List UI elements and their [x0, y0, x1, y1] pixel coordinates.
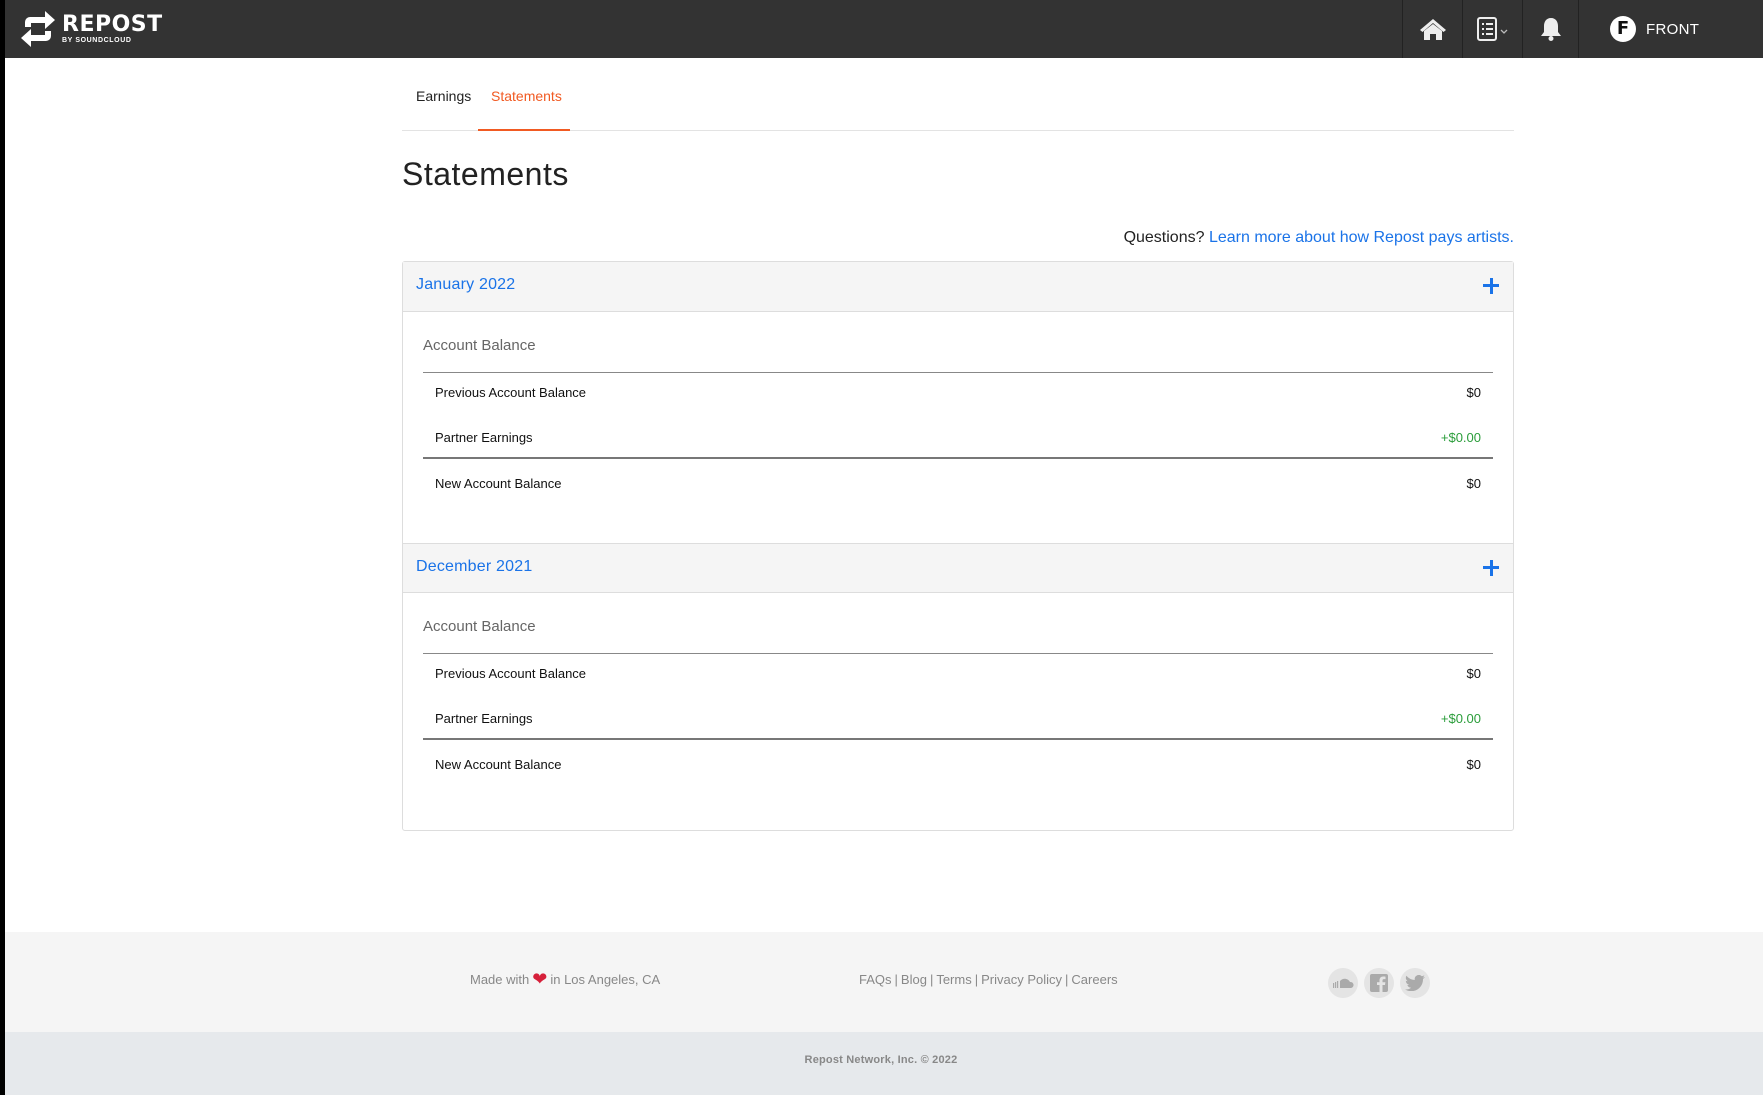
footer-link-terms[interactable]: Terms: [936, 972, 971, 987]
section-label: Account Balance: [423, 618, 536, 635]
footer-links: FAQs | Blog | Terms | Privacy Policy | Careers: [859, 972, 1118, 987]
row-label: Partner Earnings: [435, 711, 533, 726]
soundcloud-icon: [1333, 978, 1354, 988]
notifications-button[interactable]: [1522, 0, 1578, 58]
account-menu[interactable]: F FRONT: [1578, 0, 1763, 58]
checklist-icon: [1476, 17, 1507, 41]
month-header-december-2021[interactable]: December 2021: [403, 543, 1513, 593]
checklist-menu-button[interactable]: [1462, 0, 1522, 58]
brand-name: REPOST: [62, 12, 163, 37]
questions-prefix: Questions?: [1123, 229, 1205, 246]
twitter-icon: [1405, 975, 1425, 991]
row-label: New Account Balance: [435, 476, 562, 491]
copyright-bar: Repost Network, Inc. © 2022: [5, 1032, 1763, 1095]
tab-statements[interactable]: Statements: [491, 88, 562, 104]
facebook-link[interactable]: [1364, 968, 1394, 998]
home-button[interactable]: [1402, 0, 1462, 58]
row-value: $0: [1466, 666, 1481, 681]
footer-link-careers[interactable]: Careers: [1071, 972, 1117, 987]
statement-row-previous: Previous Account Balance $0: [423, 385, 1493, 405]
top-navbar: REPOST BY SOUNDCLOUD F FRONT: [5, 0, 1763, 58]
footer-link-blog[interactable]: Blog: [901, 972, 927, 987]
bell-icon: [1540, 18, 1561, 41]
facebook-icon: [1370, 974, 1388, 992]
month-header-january-2022[interactable]: January 2022: [403, 262, 1513, 312]
footer: Made with ❤ in Los Angeles, CA FAQs | Blog…: [5, 932, 1763, 1032]
made-with-label: Made with: [470, 972, 530, 987]
home-icon: [1419, 19, 1446, 40]
statement-row-previous: Previous Account Balance $0: [423, 666, 1493, 686]
learn-more-link[interactable]: Learn more about how Repost pays artists…: [1209, 229, 1514, 246]
row-value: $0: [1466, 476, 1481, 491]
copyright-text: Repost Network, Inc. © 2022: [804, 1054, 958, 1066]
row-value: +$0.00: [1440, 430, 1481, 445]
statement-row-new: New Account Balance $0: [423, 476, 1493, 496]
location-label: in Los Angeles, CA: [550, 972, 661, 987]
repost-logo[interactable]: REPOST BY SOUNDCLOUD: [19, 6, 163, 52]
statement-row-new: New Account Balance $0: [423, 757, 1493, 777]
row-value: $0: [1466, 757, 1481, 772]
heart-icon: ❤: [532, 969, 548, 989]
account-name: FRONT: [1646, 20, 1700, 38]
expand-plus-icon[interactable]: [1483, 554, 1501, 582]
footer-link-privacy[interactable]: Privacy Policy: [981, 972, 1062, 987]
page: REPOST BY SOUNDCLOUD F FRONT Earnings St…: [5, 0, 1763, 1095]
row-label: Previous Account Balance: [435, 385, 587, 400]
row-label: Partner Earnings: [435, 430, 533, 445]
divider: [423, 738, 1493, 740]
expand-plus-icon[interactable]: [1483, 272, 1501, 300]
footer-link-faqs[interactable]: FAQs: [859, 972, 892, 987]
made-with-text: Made with ❤ in Los Angeles, CA: [470, 969, 661, 989]
divider: [423, 372, 1493, 373]
row-value: +$0.00: [1440, 711, 1481, 726]
divider: [423, 457, 1493, 459]
statement-row-partner: Partner Earnings +$0.00: [423, 430, 1493, 450]
social-links: [1328, 968, 1430, 998]
repost-arrows-icon: [21, 11, 55, 47]
soundcloud-link[interactable]: [1328, 968, 1358, 998]
statements-accordion: January 2022 Account Balance Previous Ac…: [402, 261, 1514, 831]
tab-earnings[interactable]: Earnings: [416, 88, 471, 104]
brand-sub: BY SOUNDCLOUD: [62, 37, 132, 44]
tab-bar: Earnings Statements: [402, 58, 1514, 131]
month-label: December 2021: [416, 558, 533, 575]
active-tab-indicator: [478, 129, 570, 131]
section-label: Account Balance: [423, 337, 536, 354]
statement-row-partner: Partner Earnings +$0.00: [423, 711, 1493, 731]
page-title: Statements: [402, 156, 569, 192]
avatar: F: [1610, 16, 1636, 42]
row-value: $0: [1466, 385, 1481, 400]
questions-line: Questions? Learn more about how Repost p…: [1124, 229, 1514, 247]
month-label: January 2022: [416, 276, 516, 293]
row-label: Previous Account Balance: [435, 666, 587, 681]
twitter-link[interactable]: [1400, 968, 1430, 998]
row-label: New Account Balance: [435, 757, 562, 772]
divider: [423, 653, 1493, 654]
